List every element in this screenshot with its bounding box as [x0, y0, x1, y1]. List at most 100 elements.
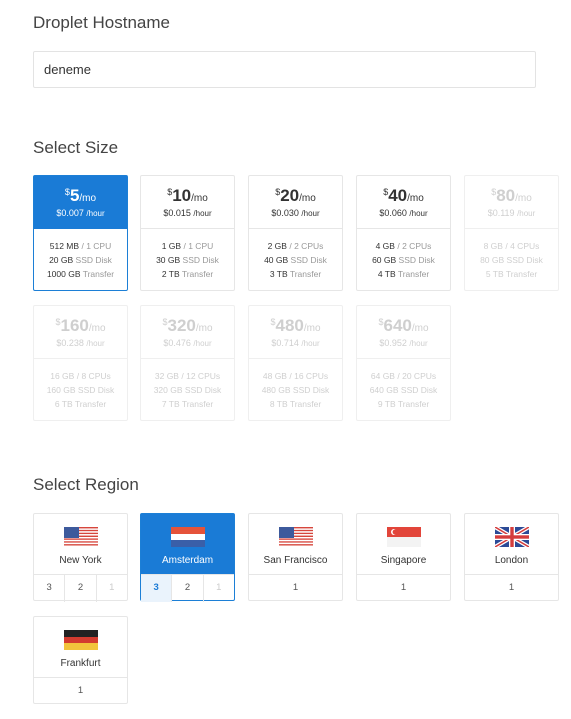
- cpu-value: 1 CPU: [86, 241, 112, 251]
- datacenter-option-1[interactable]: 1: [357, 575, 450, 602]
- datacenter-list: 1: [465, 574, 558, 602]
- price-amount: 480: [275, 316, 304, 335]
- datacenter-option-1[interactable]: 1: [465, 575, 558, 602]
- spec-transfer: 3 TB Transfer: [249, 267, 342, 281]
- cpu-value: 2 CPUs: [402, 241, 432, 251]
- cpu-value: 20 CPUs: [402, 371, 437, 381]
- region-name: San Francisco: [263, 555, 328, 566]
- region-option-amsterdam[interactable]: Amsterdam 3 2 1: [140, 513, 235, 602]
- datacenter-list: 321: [141, 574, 234, 602]
- disk-value: 640 GB: [369, 385, 399, 395]
- size-option-5[interactable]: $5/mo $0.007 /hour 512 MB / 1 CPU 20 GB SSD…: [33, 175, 128, 291]
- region-option-new-york[interactable]: New York 3 2 1: [33, 513, 128, 602]
- region-heading: Select Region: [33, 475, 139, 494]
- hourly-unit: /hour: [86, 339, 105, 348]
- datacenter-option-3[interactable]: 3: [141, 575, 173, 602]
- spec-transfer: 7 TB Transfer: [141, 397, 234, 411]
- spec-disk: 160 GB SSD Disk: [34, 383, 127, 397]
- region-option-singapore[interactable]: Singapore 1: [356, 513, 451, 601]
- currency-symbol: $: [383, 187, 389, 197]
- datacenter-option-2[interactable]: 2: [65, 575, 97, 602]
- region-header: New York: [34, 514, 127, 574]
- hourly-price: $0.476 /hour: [141, 338, 234, 348]
- us-flag-icon: [64, 527, 98, 548]
- hourly-amount: $0.952: [379, 338, 407, 348]
- spec-disk: 80 GB SSD Disk: [465, 253, 558, 267]
- hourly-unit: /hour: [409, 339, 428, 348]
- hourly-price: $0.015 /hour: [141, 208, 234, 218]
- transfer-label: Transfer: [289, 399, 322, 409]
- cpu-value: 16 CPUs: [294, 371, 329, 381]
- hourly-price: $0.238 /hour: [34, 338, 127, 348]
- transfer-label: Transfer: [289, 269, 322, 279]
- price-period: /mo: [79, 193, 97, 204]
- currency-symbol: $: [55, 317, 61, 327]
- datacenter-option-1[interactable]: 1: [97, 575, 127, 602]
- currency-symbol: $: [378, 317, 384, 327]
- datacenter-option-2[interactable]: 2: [172, 575, 204, 602]
- price-period: /mo: [407, 193, 424, 204]
- region-header: Frankfurt: [34, 617, 127, 677]
- disk-value: 320 GB: [153, 385, 183, 395]
- memory-value: 1 GB: [161, 241, 182, 251]
- size-option-480: $480/mo $0.714 /hour 48 GB / 16 CPUs 480 GB…: [248, 305, 343, 421]
- size-option-20[interactable]: $20/mo $0.030 /hour 2 GB / 2 CPUs 40 GB SSD…: [248, 175, 343, 291]
- datacenter-option-3[interactable]: 3: [34, 575, 66, 602]
- transfer-label: Transfer: [397, 399, 430, 409]
- transfer-value: 3 TB: [269, 269, 288, 279]
- hourly-unit: /hour: [193, 339, 212, 348]
- region-header: Singapore: [357, 514, 450, 574]
- region-option-san-francisco[interactable]: San Francisco 1: [248, 513, 343, 601]
- price-period: /mo: [299, 193, 316, 204]
- hourly-price: $0.714 /hour: [249, 338, 342, 348]
- price-amount: 10: [172, 186, 192, 205]
- cpu-value: 2 CPUs: [294, 241, 324, 251]
- memory-value: 2 GB: [267, 241, 287, 251]
- disk-label: SSD Disk: [77, 385, 115, 395]
- disk-label: SSD Disk: [290, 255, 327, 265]
- datacenter-option-1[interactable]: 1: [34, 678, 127, 705]
- size-option-10[interactable]: $10/mo $0.015 /hour 1 GB / 1 CPU 30 GB SSD …: [140, 175, 235, 291]
- size-heading: Select Size: [33, 138, 119, 157]
- disk-value: 160 GB: [46, 385, 76, 395]
- currency-symbol: $: [162, 317, 168, 327]
- memory-value: 8 GB: [483, 241, 503, 251]
- hourly-amount: $0.119: [487, 208, 515, 218]
- region-option-london[interactable]: London 1: [464, 513, 559, 601]
- sg-flag-icon: [387, 527, 421, 547]
- datacenter-option-1[interactable]: 1: [204, 575, 234, 602]
- spec-transfer: 6 TB Transfer: [34, 397, 127, 411]
- size-option-320: $320/mo $0.476 /hour 32 GB / 12 CPUs 320 GB…: [140, 305, 235, 421]
- spec-transfer: 5 TB Transfer: [465, 267, 558, 281]
- memory-value: 4 GB: [375, 241, 395, 251]
- transfer-label: Transfer: [181, 399, 214, 409]
- disk-label: SSD Disk: [292, 385, 330, 395]
- spec-disk: 20 GB SSD Disk: [34, 253, 127, 267]
- memory-value: 48 GB: [262, 371, 287, 381]
- region-name: London: [494, 555, 529, 566]
- price-amount: 80: [496, 186, 516, 205]
- datacenter-option-1[interactable]: 1: [249, 575, 342, 602]
- price-amount: 160: [60, 316, 89, 335]
- region-name: Singapore: [380, 555, 427, 566]
- transfer-label: Transfer: [397, 269, 430, 279]
- price-period: /mo: [191, 193, 208, 204]
- spec-disk: 60 GB SSD Disk: [357, 253, 450, 267]
- region-option-frankfurt[interactable]: Frankfurt 1: [33, 616, 128, 704]
- hostname-heading: Droplet Hostname: [33, 13, 171, 32]
- hourly-unit: /hour: [193, 209, 212, 218]
- disk-label: SSD Disk: [400, 385, 438, 395]
- disk-value: 60 GB: [372, 255, 397, 265]
- monthly-price: $80/mo: [465, 186, 558, 206]
- hostname-input[interactable]: [33, 51, 536, 88]
- hourly-unit: /hour: [409, 209, 428, 218]
- region-name: Amsterdam: [161, 555, 214, 566]
- hourly-amount: $0.007: [56, 208, 84, 218]
- de-flag-icon: [64, 630, 98, 650]
- hourly-amount: $0.476: [163, 338, 191, 348]
- transfer-value: 2 TB: [161, 269, 180, 279]
- monthly-price: $480/mo: [249, 316, 342, 336]
- price-area: $5/mo $0.007 /hour: [34, 176, 127, 229]
- size-option-40[interactable]: $40/mo $0.060 /hour 4 GB / 2 CPUs 60 GB SSD…: [356, 175, 451, 291]
- monthly-price: $640/mo: [357, 316, 450, 336]
